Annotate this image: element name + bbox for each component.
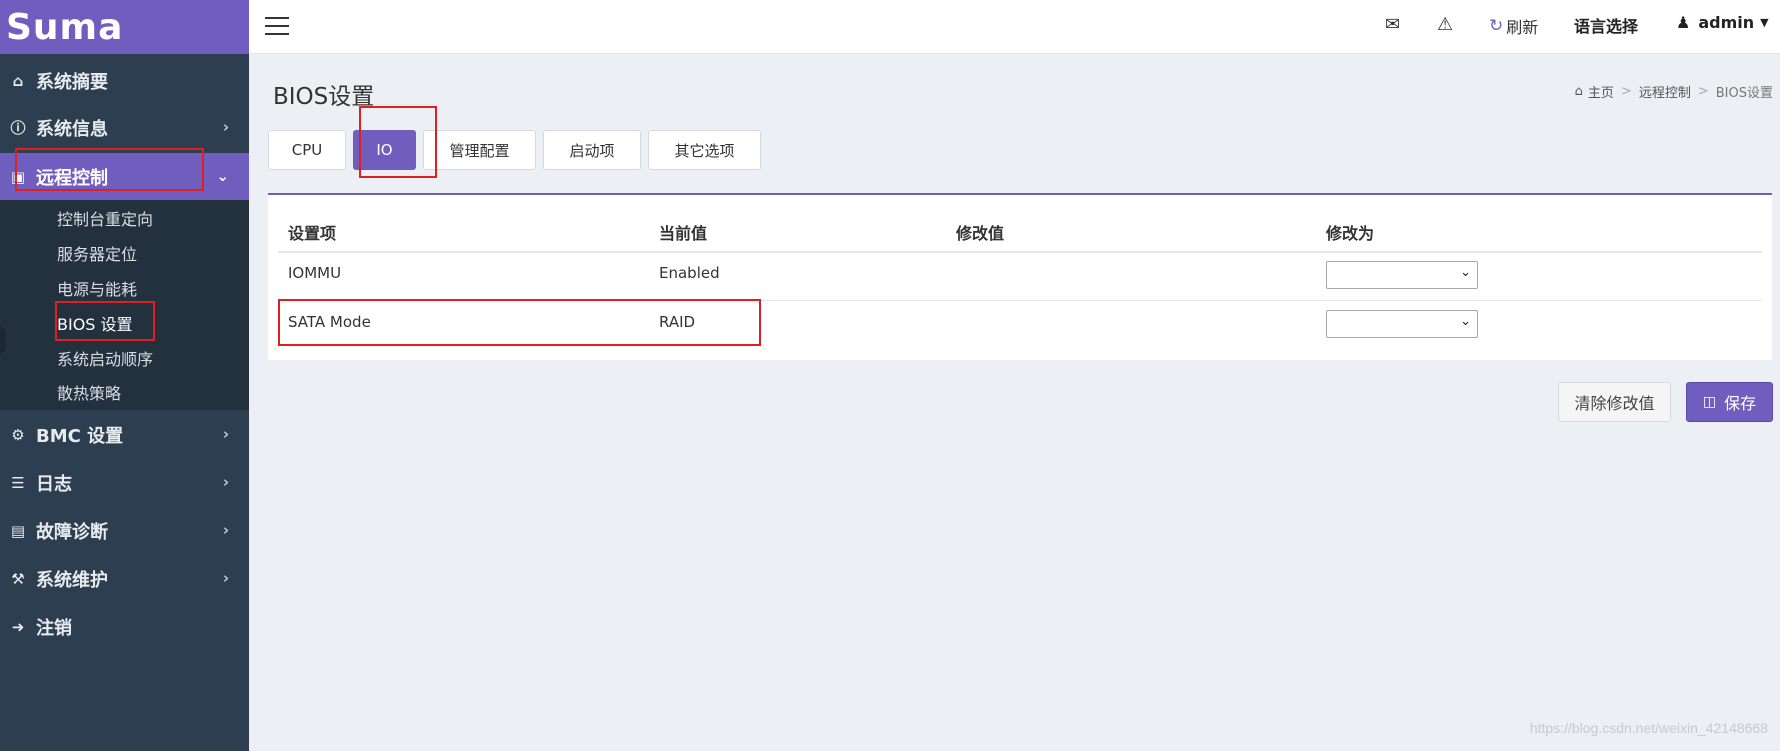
row-setting-name: IOMMU bbox=[288, 264, 342, 282]
tab-boot[interactable]: 启动项 bbox=[543, 130, 641, 170]
annotation-box-io-tab bbox=[359, 106, 437, 178]
tab-cpu[interactable]: CPU bbox=[268, 130, 346, 170]
info-circle-icon: ⓘ bbox=[10, 119, 26, 137]
sidebar-item-logout[interactable]: ➜ 注销 bbox=[0, 603, 249, 650]
save-label: 保存 bbox=[1724, 394, 1757, 413]
breadcrumb-separator: > bbox=[1620, 84, 1632, 99]
breadcrumb-home[interactable]: 主页 bbox=[1588, 82, 1614, 101]
row-current-value: Enabled bbox=[659, 264, 720, 282]
header-divider bbox=[278, 251, 1762, 253]
header-current-value: 当前值 bbox=[659, 224, 708, 243]
sidebar-item-label: 故障诊断 bbox=[36, 521, 108, 543]
annotation-box-bios-settings bbox=[55, 301, 155, 341]
chevron-right-icon: › bbox=[222, 425, 229, 443]
chevron-right-icon: › bbox=[222, 569, 229, 587]
modify-to-select[interactable]: ⌄ bbox=[1326, 261, 1478, 289]
home-icon: ⌂ bbox=[12, 71, 24, 90]
sign-out-icon: ➜ bbox=[11, 617, 25, 636]
user-menu[interactable]: ♟ admin ▼ bbox=[1676, 13, 1769, 32]
language-select[interactable]: 语言选择 bbox=[1574, 13, 1638, 37]
breadcrumb-current: BIOS设置 bbox=[1715, 86, 1773, 101]
wrench-icon: ⚒ bbox=[11, 569, 25, 588]
chevron-down-icon: ⌄ bbox=[1460, 265, 1471, 280]
sidebar-item-label: 注销 bbox=[36, 617, 72, 639]
sidebar-item-maintenance[interactable]: ⚒ 系统维护 › bbox=[0, 555, 249, 602]
menu-toggle-icon[interactable] bbox=[265, 17, 289, 35]
floppy-disk-icon: ◫ bbox=[1702, 394, 1717, 410]
clear-changes-button[interactable]: 清除修改值 bbox=[1558, 382, 1671, 422]
logo-text: Suma bbox=[6, 6, 124, 48]
breadcrumb: ⌂ 主页 > 远程控制 > BIOS设置 bbox=[1575, 82, 1773, 101]
save-button[interactable]: ◫ 保存 bbox=[1686, 382, 1773, 422]
refresh-button[interactable]: ↻ 刷新 bbox=[1489, 14, 1538, 38]
submenu-item-cooling-policy[interactable]: 散热策略 bbox=[57, 380, 121, 404]
home-icon: ⌂ bbox=[1574, 84, 1583, 99]
annotation-box-sata-mode bbox=[278, 299, 761, 346]
sidebar-collapse-handle[interactable] bbox=[0, 326, 6, 354]
sidebar-item-label: 系统维护 bbox=[36, 569, 108, 591]
mail-icon[interactable]: ✉ bbox=[1385, 14, 1400, 35]
sidebar-item-bmc-settings[interactable]: ⚙ BMC 设置 › bbox=[0, 411, 249, 458]
watermark: https://blog.csdn.net/weixin_42148668 bbox=[1529, 720, 1768, 736]
user-name: admin bbox=[1698, 13, 1755, 32]
annotation-box-remote-control bbox=[15, 148, 204, 191]
sidebar-item-system-info[interactable]: ⓘ 系统信息 › bbox=[0, 104, 249, 151]
submenu-item-boot-order[interactable]: 系统启动顺序 bbox=[57, 346, 153, 370]
refresh-icon: ↻ bbox=[1489, 16, 1504, 36]
sidebar-item-diagnostics[interactable]: ▤ 故障诊断 › bbox=[0, 507, 249, 554]
tab-management[interactable]: 管理配置 bbox=[423, 130, 536, 170]
submenu-item-console-redirect[interactable]: 控制台重定向 bbox=[57, 206, 153, 230]
chevron-right-icon: › bbox=[222, 521, 229, 539]
header-modify-to: 修改为 bbox=[1326, 224, 1375, 243]
sidebar-item-label: BMC 设置 bbox=[36, 425, 124, 447]
chevron-right-icon: › bbox=[222, 118, 229, 136]
sidebar-item-label: 系统信息 bbox=[36, 118, 108, 140]
sidebar: Suma ⌂ 系统摘要 ⓘ 系统信息 › ▣ 远程控制 ⌄ 控制台重定向 服务器… bbox=[0, 0, 249, 751]
chevron-right-icon: › bbox=[222, 473, 229, 491]
brand-logo[interactable]: Suma bbox=[0, 0, 249, 54]
gear-icon: ⚙ bbox=[11, 425, 25, 444]
bar-chart-icon: ▤ bbox=[10, 521, 26, 540]
caret-down-icon: ▼ bbox=[1760, 16, 1769, 29]
breadcrumb-separator: > bbox=[1697, 84, 1709, 99]
refresh-label: 刷新 bbox=[1506, 18, 1539, 37]
user-icon: ♟ bbox=[1676, 13, 1691, 32]
sidebar-item-label: 系统摘要 bbox=[36, 71, 108, 93]
warning-icon[interactable]: ⚠ bbox=[1437, 14, 1453, 35]
breadcrumb-remote-control[interactable]: 远程控制 bbox=[1639, 82, 1691, 101]
header-modified-value: 修改值 bbox=[956, 224, 1005, 243]
chevron-down-icon: ⌄ bbox=[216, 167, 229, 185]
modify-to-select[interactable]: ⌄ bbox=[1326, 310, 1478, 338]
sidebar-item-label: 日志 bbox=[36, 473, 72, 495]
sidebar-item-summary[interactable]: ⌂ 系统摘要 bbox=[0, 57, 249, 104]
database-icon: ☰ bbox=[11, 473, 25, 492]
topbar: ✉ ⚠ ↻ 刷新 语言选择 ♟ admin ▼ bbox=[249, 0, 1780, 54]
sidebar-item-logs[interactable]: ☰ 日志 › bbox=[0, 459, 249, 506]
submenu-item-server-locate[interactable]: 服务器定位 bbox=[57, 241, 137, 265]
submenu-item-power[interactable]: 电源与能耗 bbox=[57, 276, 137, 300]
tab-other[interactable]: 其它选项 bbox=[648, 130, 761, 170]
header-setting-item: 设置项 bbox=[288, 224, 337, 243]
chevron-down-icon: ⌄ bbox=[1460, 314, 1471, 329]
